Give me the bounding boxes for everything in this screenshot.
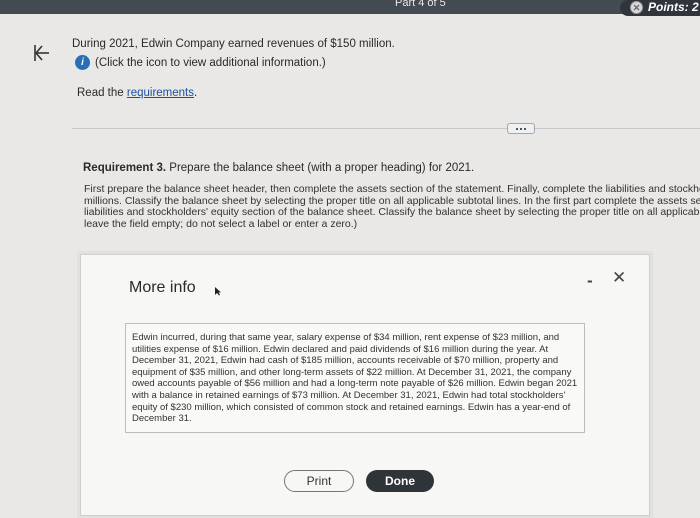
back-arrow-icon[interactable]: [31, 42, 53, 64]
info-line: Edwin incurred, during that same year, s…: [132, 332, 560, 343]
mouse-cursor-icon: [214, 283, 222, 301]
top-bar: Part 4 of 5 Points: 2: [0, 0, 700, 16]
instruction-line: First prepare the balance sheet header, …: [84, 183, 700, 195]
points-icon: [630, 0, 643, 14]
info-line: equity of $230 million, which consisted …: [132, 401, 571, 413]
info-text-box: Edwin incurred, during that same year, s…: [125, 323, 585, 433]
info-text: (Click the icon to view additional infor…: [95, 56, 326, 69]
done-button[interactable]: Done: [366, 470, 434, 492]
requirement-text: Prepare the balance sheet (with a proper…: [166, 162, 475, 174]
requirement-title: Requirement 3. Prepare the balance sheet…: [83, 162, 474, 174]
instruction-line: liabilities and stockholders' equity sec…: [84, 206, 700, 218]
info-icon[interactable]: i: [75, 55, 90, 70]
minimize-button[interactable]: -: [587, 271, 593, 291]
requirement-label: Requirement 3.: [83, 162, 167, 174]
more-info-dialog: More info - ✕ Edwin incurred, during tha…: [80, 254, 650, 516]
info-line: with a balance in retained earnings of $…: [132, 389, 566, 401]
part-indicator: Part 4 of 5: [395, 0, 446, 9]
read-prefix: Read the: [77, 87, 127, 99]
dialog-title: More info: [129, 279, 196, 296]
instruction-line: leave the field empty; do not select a l…: [84, 217, 358, 230]
info-row: i (Click the icon to view additional inf…: [75, 55, 326, 70]
print-button[interactable]: Print: [284, 470, 354, 492]
info-line: owed accounts payable of $56 million and…: [132, 378, 578, 390]
close-button[interactable]: ✕: [612, 268, 626, 288]
info-line: December 31.: [132, 413, 192, 425]
read-requirements: Read the requirements.: [77, 87, 197, 99]
instructions: First prepare the balance sheet header, …: [84, 183, 700, 230]
info-line: utilities expense of $16 million. Edwin …: [132, 343, 549, 355]
points-label: Points: 2: [648, 0, 699, 14]
more-dots-icon[interactable]: [507, 123, 535, 134]
info-line: December 31, 2021, Edwin had cash of $18…: [132, 355, 559, 367]
info-line: equipment of $35 million, and other long…: [132, 366, 572, 378]
question-statement: During 2021, Edwin Company earned revenu…: [72, 38, 395, 50]
requirements-link[interactable]: requirements: [127, 87, 194, 99]
read-suffix: .: [194, 87, 198, 99]
points-display: Points: 2: [630, 0, 699, 14]
section-divider: [72, 128, 700, 129]
